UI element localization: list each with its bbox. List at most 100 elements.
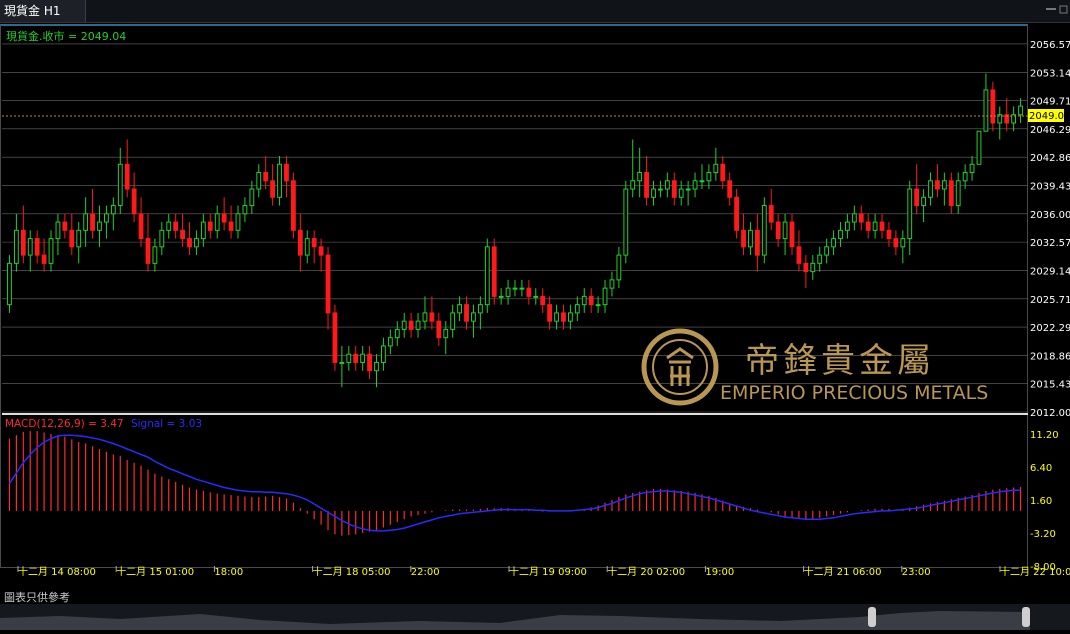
candle-body (353, 353, 359, 363)
chart-canvas[interactable]: 2056.57 2053.14 2049.71 2046.29 2042.86 2039.… (0, 0, 1070, 604)
candle-body (415, 320, 421, 330)
candle-body (616, 254, 622, 281)
candle-body (505, 287, 511, 297)
watermark-english: EMPERIO PRECIOUS METALS (720, 382, 988, 404)
candle-body (332, 312, 338, 363)
candle-body (48, 238, 54, 264)
candle-body (339, 361, 345, 364)
price-tick-label: 2039.43 (1030, 181, 1070, 192)
candle-body (962, 172, 968, 182)
candle-body (879, 221, 885, 231)
candle-body (408, 320, 414, 330)
candle-body (928, 180, 933, 198)
time-tick-label: 19:00 (705, 567, 734, 578)
candle-body (983, 89, 989, 132)
candle-body (761, 205, 767, 256)
candle-body (602, 287, 608, 306)
candle-body (741, 229, 746, 248)
candle-body (90, 213, 95, 231)
candle-body (214, 213, 220, 231)
candle-body (955, 180, 961, 207)
candle-body (831, 238, 836, 248)
macd-readout-signal: Signal = 3.03 (131, 418, 202, 430)
candle-body (810, 262, 816, 273)
candle-body (838, 229, 843, 240)
candle-body (34, 238, 40, 256)
watermark-chinese: 帝鋒貴金屬 (745, 341, 935, 381)
candle-body (547, 304, 553, 322)
candle-body (62, 221, 68, 231)
candle-body (720, 163, 726, 182)
candle-body (277, 163, 282, 198)
candle-body (284, 163, 289, 182)
price-tick-label: 2049.71 (1030, 97, 1070, 108)
candle-body (145, 238, 151, 264)
price-tick-label: 2046.29 (1030, 125, 1070, 136)
macd-tick-label: 1.60 (1030, 496, 1052, 507)
candle-body (83, 213, 89, 231)
time-tick-label: 十二月 20 02:00 (607, 565, 685, 578)
candle-body (187, 238, 192, 248)
candle-body (644, 172, 649, 198)
time-tick-label: 十二月 22 10:00 (1000, 565, 1070, 578)
candle-body (69, 229, 75, 248)
candle-body (318, 246, 324, 256)
candle-body (117, 163, 123, 207)
candle-body (131, 188, 137, 215)
candle-body (796, 246, 802, 264)
candle-body (699, 180, 705, 183)
candle-body (727, 180, 733, 198)
candle-body (664, 180, 670, 190)
candle-body (706, 172, 712, 182)
candle-body (159, 229, 165, 248)
time-tick-label: 18:00 (214, 567, 243, 578)
navigator-right-handle (1022, 607, 1030, 627)
candle-body (921, 196, 926, 207)
time-tick-label: 十二月 14 08:00 (18, 565, 96, 578)
candle-body (872, 221, 878, 231)
candle-body (394, 328, 400, 339)
candle-body (346, 353, 352, 363)
candle-body (360, 353, 366, 363)
candle-body (110, 205, 116, 215)
candle-body (969, 163, 975, 174)
macd-tick-label: -3.20 (1030, 529, 1056, 540)
current-price-tag: 2049.04 (1029, 111, 1070, 122)
candle-body (13, 229, 19, 264)
candle-body (249, 188, 255, 207)
candle-body (41, 254, 47, 264)
candle-body (685, 188, 691, 191)
candle-body (581, 295, 587, 306)
candle-body (976, 130, 982, 165)
candle-body (574, 304, 580, 314)
candle-body (609, 279, 615, 289)
price-tick-label: 2022.29 (1030, 323, 1070, 334)
candle-body (845, 221, 850, 231)
candle-body (387, 337, 393, 347)
candle-body (55, 221, 61, 240)
time-axis: 十二月 14 08:00 十二月 15 01:00 18:00 十二月 18 05:0… (17, 565, 1070, 578)
candle-body (678, 188, 684, 198)
candle-body (374, 361, 379, 372)
candle-body (658, 188, 663, 191)
candle-body (97, 221, 102, 231)
candle-body (907, 188, 913, 240)
candle-body (824, 246, 830, 256)
candle-body (540, 295, 546, 306)
price-tick-label: 2036.00 (1030, 210, 1070, 221)
candle-body (651, 188, 656, 198)
candle-body (471, 312, 476, 322)
price-tick-label: 2056.57 (1030, 40, 1070, 51)
candle-body (221, 213, 227, 223)
time-tick-label: 十二月 21 06:00 (804, 565, 882, 578)
candle-body (450, 312, 456, 330)
candle-body (533, 295, 539, 298)
navigator-scrollbar[interactable] (0, 604, 1070, 630)
candle-body (935, 180, 940, 190)
price-tick-label: 2029.14 (1030, 266, 1070, 277)
macd-axis: 11.206.401.60-3.20-8.00 (1030, 430, 1059, 573)
candle-body (200, 221, 206, 240)
candle-body (457, 304, 463, 314)
candle-body (381, 345, 386, 363)
candle-body (851, 213, 857, 223)
